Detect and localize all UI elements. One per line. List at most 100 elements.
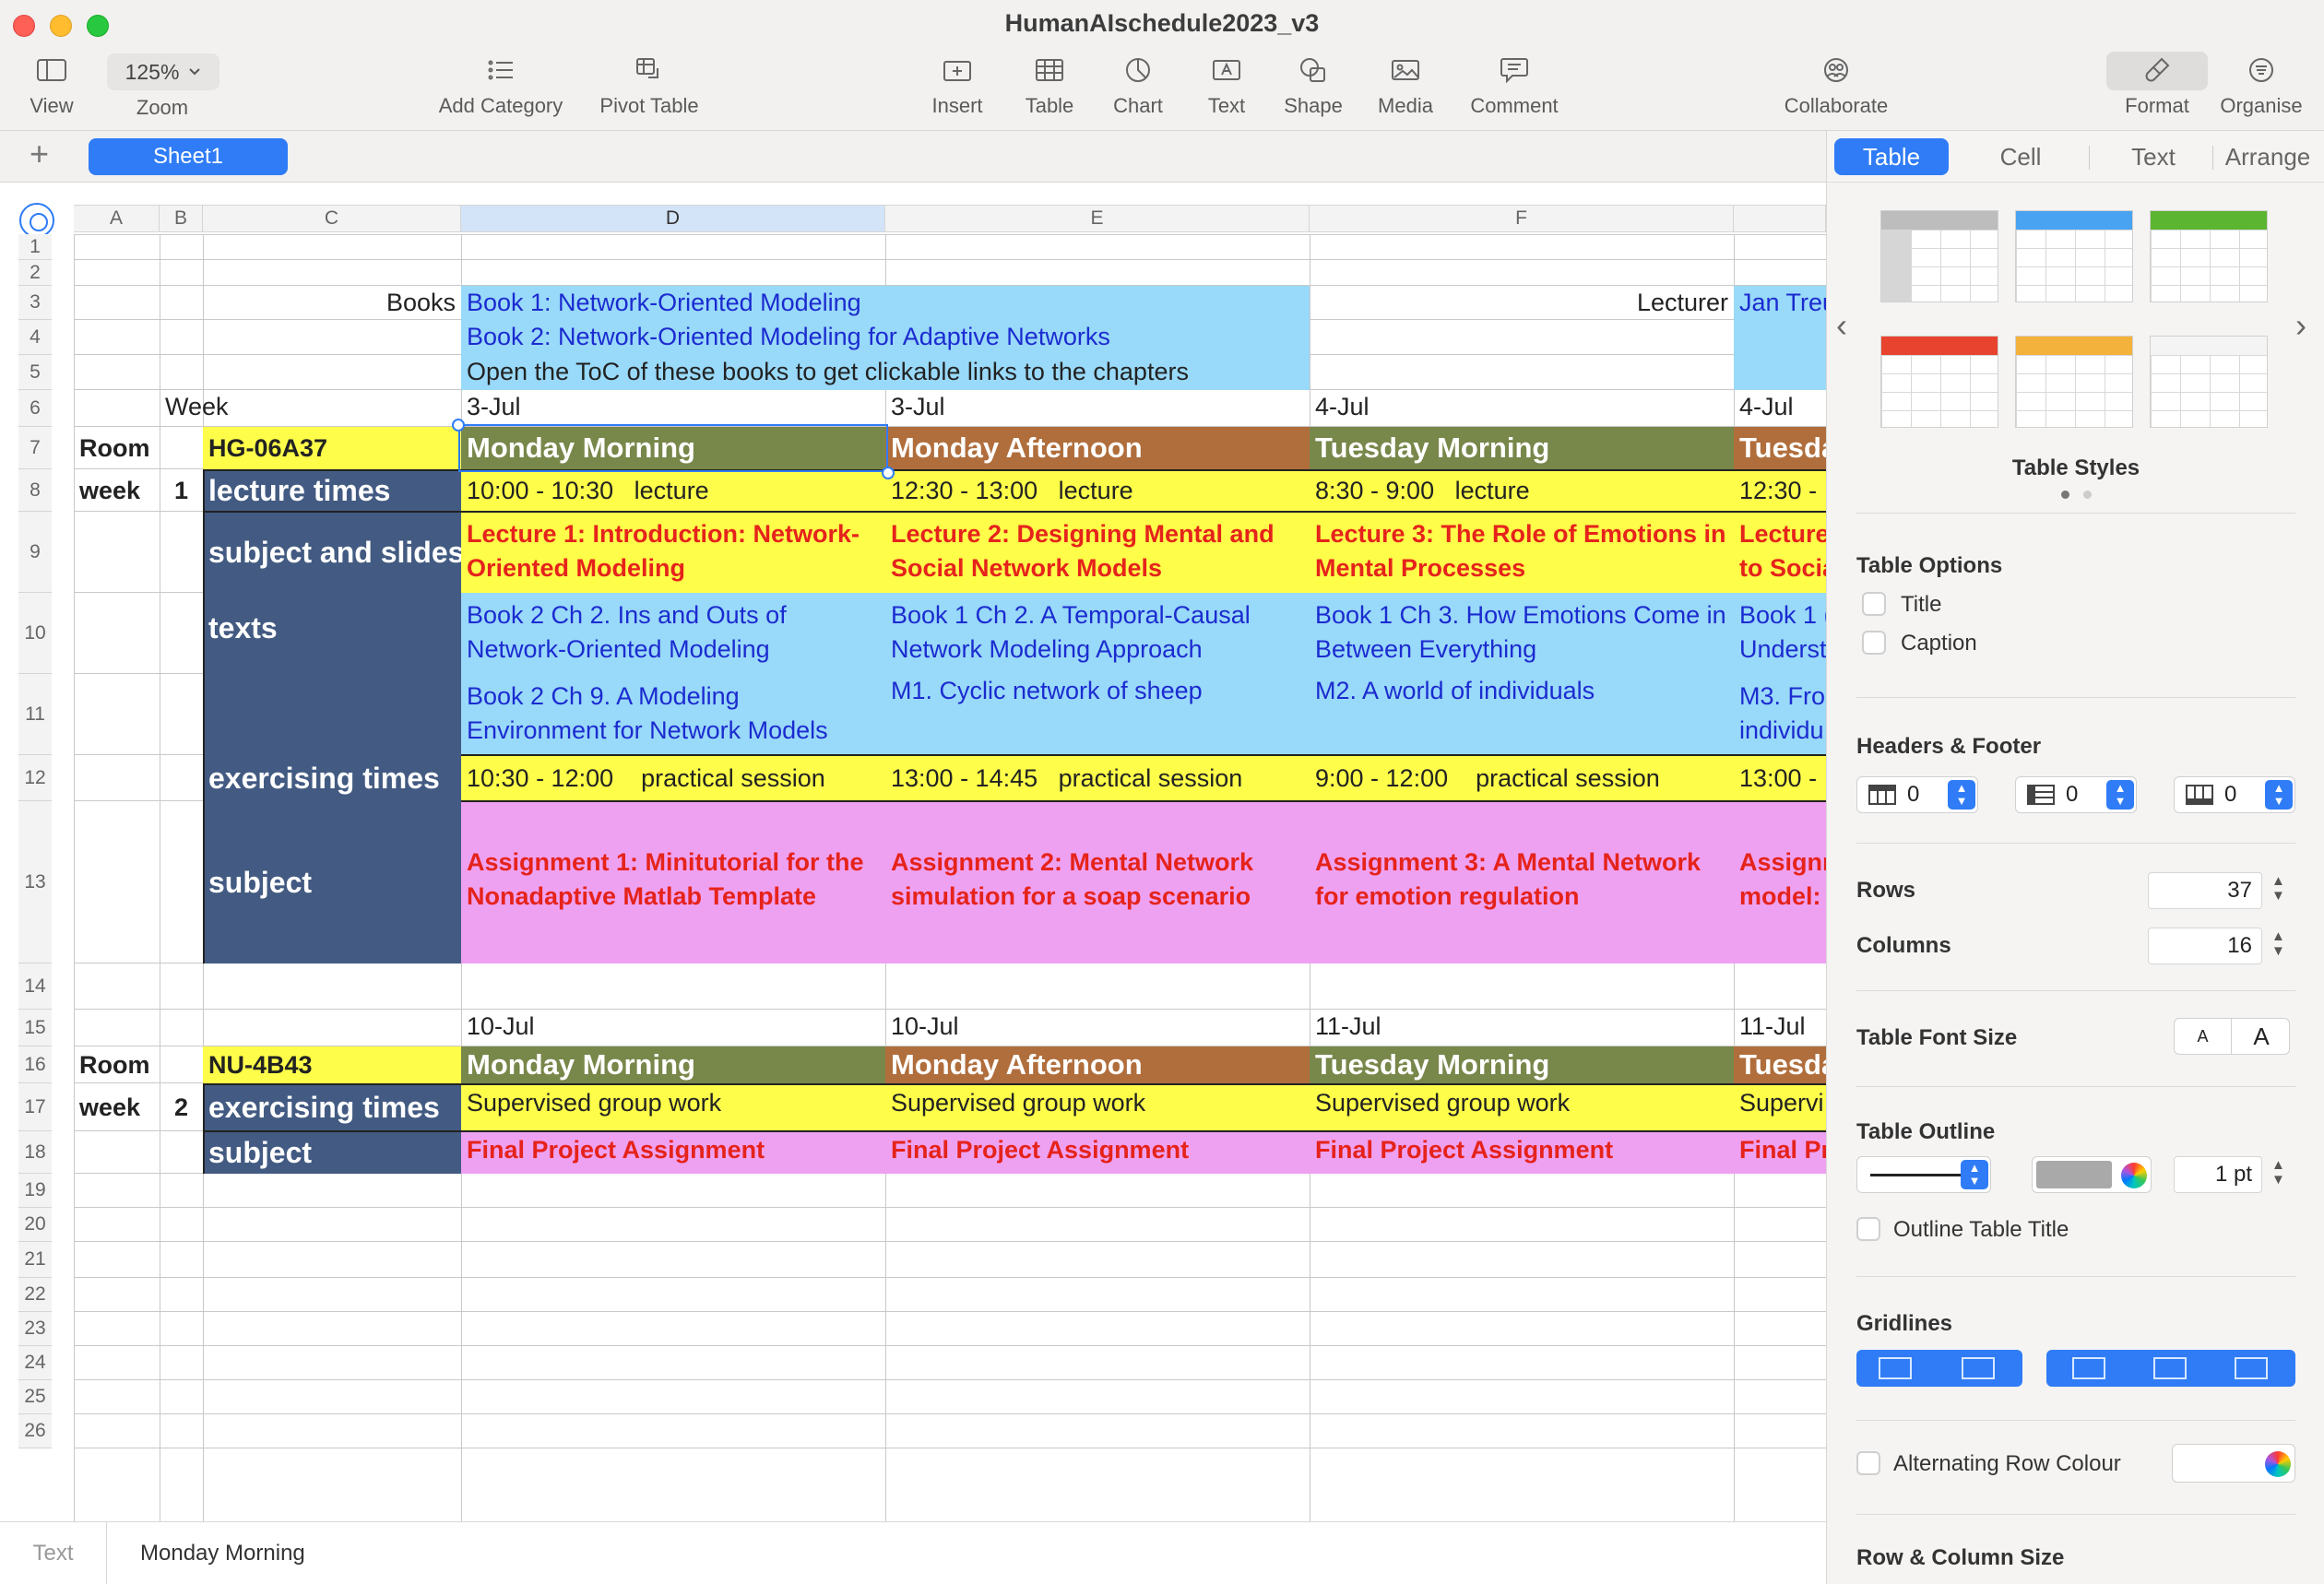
footer-gridlines-button[interactable]	[2235, 1357, 2268, 1379]
table-style-blue[interactable]	[2015, 210, 2133, 302]
lecture-slide-link[interactable]: Lecture 1: Introduction: Network-Oriente…	[461, 512, 885, 593]
text-link[interactable]: M2. A world of individuals	[1310, 674, 1734, 755]
row-header[interactable]: 2	[18, 260, 52, 286]
header-rows-stepper[interactable]: 0 ▲ ▼	[1856, 776, 1978, 813]
tab-table[interactable]: Table	[1834, 138, 1949, 175]
exercise-cell[interactable]: Supervised group work	[1310, 1083, 1734, 1131]
header-column-gridlines-button[interactable]	[2153, 1357, 2187, 1379]
final-project-cell[interactable]: Final Project Assignment	[885, 1131, 1310, 1174]
chevron-left-icon[interactable]: ‹	[1836, 306, 1847, 345]
row-header[interactable]: 15	[18, 1010, 52, 1046]
title-checkbox[interactable]	[1862, 592, 1886, 616]
horizontal-gridlines-button[interactable]	[1879, 1357, 1912, 1379]
session-header[interactable]: Tuesda	[1734, 1046, 1826, 1083]
cell-content-value[interactable]: Monday Morning	[140, 1541, 305, 1566]
column-header-b[interactable]: B	[160, 205, 203, 232]
row-header[interactable]: 20	[18, 1208, 52, 1242]
stepper-arrows[interactable]: ▲ ▼	[2265, 780, 2293, 810]
texts-label[interactable]: texts	[203, 593, 461, 755]
book2-link[interactable]: Book 2: Network-Oriented Modeling for Ad…	[461, 320, 1310, 355]
outline-color-well[interactable]	[2032, 1156, 2152, 1193]
room-label[interactable]: Room	[74, 1046, 160, 1083]
subject-label[interactable]: subject	[203, 801, 461, 963]
text-button[interactable]: Text	[1192, 52, 1262, 118]
columns-stepper[interactable]: ▲ ▼	[2271, 929, 2285, 959]
lecture-time-cell[interactable]: 12:30 - 13:00 lecture	[885, 469, 1310, 512]
color-wheel-icon[interactable]	[2265, 1451, 2291, 1477]
lecture-time-cell[interactable]: 10:00 - 10:30 lecture	[461, 469, 885, 512]
rows-input[interactable]: 37	[2148, 872, 2262, 909]
table-style-orange[interactable]	[2015, 336, 2133, 428]
session-header[interactable]: Monday Morning	[461, 1046, 885, 1083]
selection-handle[interactable]	[452, 419, 465, 431]
row-header[interactable]: 23	[18, 1312, 52, 1346]
add-sheet-button[interactable]: +	[30, 135, 49, 173]
exercise-time-cell[interactable]: 9:00 - 12:00 practical session	[1310, 755, 1734, 801]
session-header[interactable]: Tuesda	[1734, 427, 1826, 469]
zoom-dropdown[interactable]: 125%	[107, 53, 219, 90]
lecturer-name[interactable]: Jan Treu	[1734, 286, 1826, 390]
vertical-gridlines-button[interactable]	[1962, 1357, 1995, 1379]
session-header[interactable]: Tuesday Morning	[1310, 427, 1734, 469]
table-select-handle[interactable]	[19, 203, 54, 238]
row-header[interactable]: 16	[18, 1046, 52, 1083]
row-header[interactable]: 1	[18, 234, 52, 260]
room-value[interactable]: HG-06A37	[203, 427, 461, 469]
stepper-arrows[interactable]: ▲ ▼	[1948, 780, 1975, 810]
assignment-cell[interactable]: Assignment 3: A Mental Network for emoti…	[1310, 801, 1734, 963]
outline-width-input[interactable]: 1 pt	[2174, 1156, 2262, 1193]
row-header[interactable]: 26	[18, 1414, 52, 1448]
header-row-gridlines-button[interactable]	[2072, 1357, 2105, 1379]
subject-label[interactable]: subject	[203, 1131, 461, 1174]
table-style-red[interactable]	[1880, 336, 1998, 428]
media-button[interactable]: Media	[1370, 52, 1441, 118]
assignment-cell[interactable]: Assignment 2: Mental Network simulation …	[885, 801, 1310, 963]
lecture-slide-link[interactable]: Lecture 3: The Role of Emotions in Menta…	[1310, 512, 1734, 593]
lecture-time-cell[interactable]: 8:30 - 9:00 lecture	[1310, 469, 1734, 512]
text-link[interactable]: M3. Fro individu	[1734, 674, 1826, 755]
row-header[interactable]: 22	[18, 1278, 52, 1312]
date-cell[interactable]: 3-Jul	[885, 390, 1310, 424]
row-header[interactable]: 24	[18, 1346, 52, 1380]
column-header-f[interactable]: F	[1310, 205, 1734, 232]
text-link[interactable]: Book 1 Ch 3. How Emotions Come in Betwee…	[1310, 593, 1734, 674]
exercising-times-label[interactable]: exercising times	[203, 1083, 461, 1131]
column-header-a[interactable]: A	[74, 205, 160, 232]
row-header[interactable]: 5	[18, 355, 52, 390]
date-cell[interactable]: 11-Jul	[1734, 1010, 1826, 1044]
session-header[interactable]: Monday Afternoon	[885, 427, 1310, 469]
exercising-times-label[interactable]: exercising times	[203, 755, 461, 801]
outline-width-stepper[interactable]: ▲ ▼	[2271, 1158, 2285, 1188]
row-header[interactable]: 21	[18, 1242, 52, 1278]
row-header[interactable]: 25	[18, 1380, 52, 1414]
selection-handle[interactable]	[882, 467, 895, 479]
row-header[interactable]: 12	[18, 755, 52, 801]
table-button[interactable]: Table	[1014, 52, 1085, 118]
row-header[interactable]: 8	[18, 469, 52, 512]
week-header[interactable]: Week	[160, 390, 344, 424]
date-cell[interactable]: 4-Jul	[1734, 390, 1826, 424]
stepper-arrows[interactable]: ▲ ▼	[2106, 780, 2134, 810]
subject-slides-label[interactable]: subject and slides	[203, 512, 461, 593]
rows-stepper[interactable]: ▲ ▼	[2271, 874, 2285, 904]
pivot-table-button[interactable]: Pivot Table	[594, 52, 705, 118]
outline-style-dropdown[interactable]: ▲ ▼	[1856, 1156, 1991, 1193]
caption-checkbox[interactable]	[1862, 631, 1886, 655]
alternating-color-well[interactable]	[2172, 1444, 2295, 1483]
week-label[interactable]: week	[74, 1083, 160, 1131]
decrease-font-button[interactable]: A	[2175, 1019, 2232, 1054]
date-cell[interactable]: 11-Jul	[1310, 1010, 1734, 1044]
date-cell[interactable]: 4-Jul	[1310, 390, 1734, 424]
exercise-time-cell[interactable]: 13:00 -	[1734, 755, 1826, 801]
add-category-button[interactable]: Add Category	[432, 52, 570, 118]
date-cell[interactable]: 10-Jul	[461, 1010, 885, 1044]
text-link[interactable]: Book 2 Ch 2. Ins and Outs of Network-Ori…	[461, 593, 885, 674]
row-header[interactable]: 3	[18, 286, 52, 320]
page-dot[interactable]	[2083, 491, 2092, 499]
date-cell[interactable]: 3-Jul	[461, 390, 885, 424]
row-header[interactable]: 6	[18, 390, 52, 427]
column-header-g[interactable]	[1734, 205, 1826, 232]
stepper-arrows[interactable]: ▲ ▼	[1961, 1160, 1988, 1189]
columns-input[interactable]: 16	[2148, 928, 2262, 964]
tab-cell[interactable]: Cell	[1963, 138, 2078, 175]
